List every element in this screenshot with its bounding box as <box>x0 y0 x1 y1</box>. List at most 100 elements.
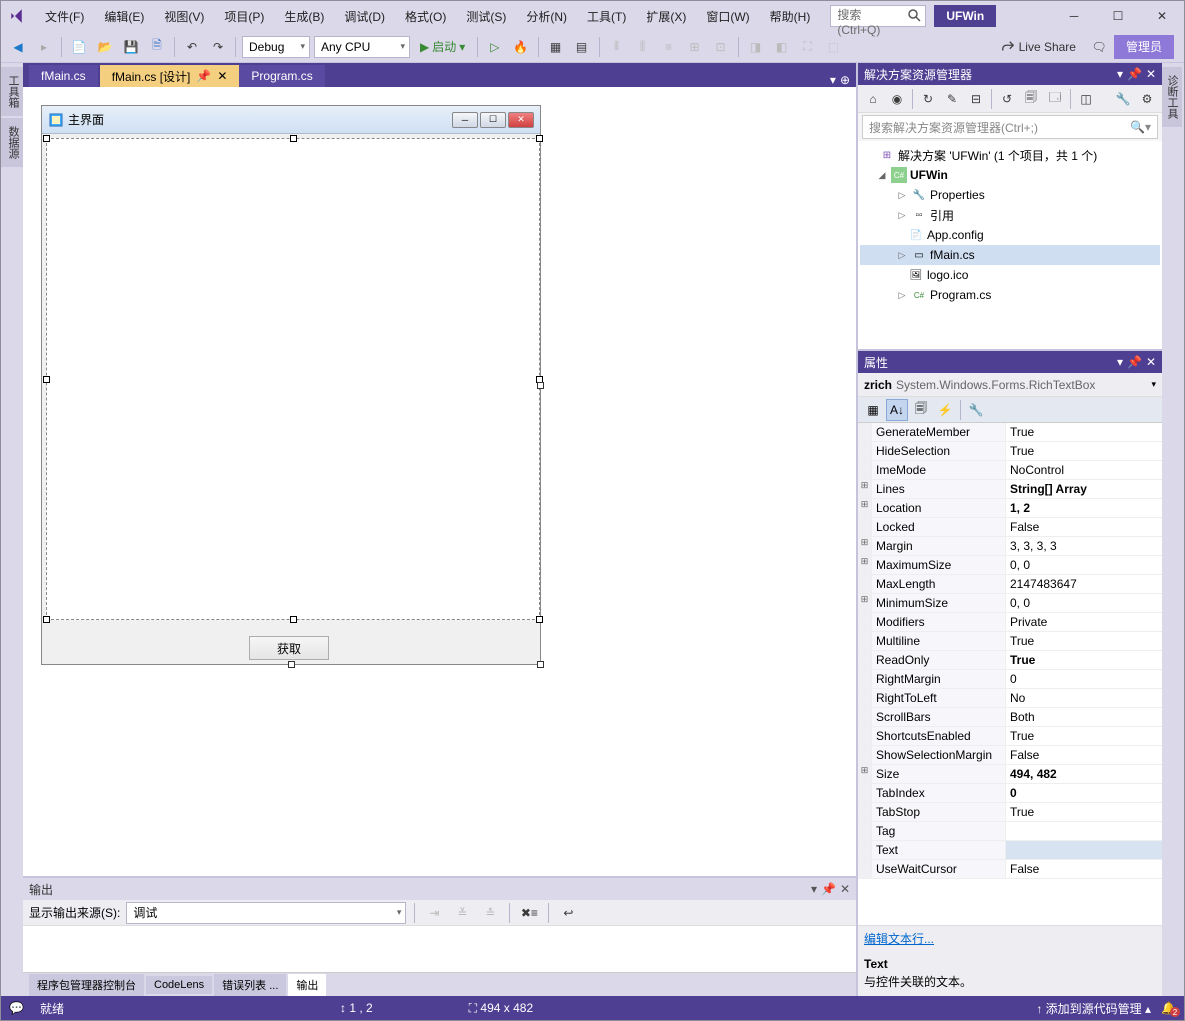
property-row[interactable]: HideSelectionTrue <box>858 442 1162 461</box>
notifications-icon[interactable]: 🔔2 <box>1161 1001 1176 1015</box>
property-row[interactable]: MultilineTrue <box>858 632 1162 651</box>
references-node[interactable]: ▷▫▫引用 <box>860 205 1160 225</box>
bottom-tab[interactable]: 错误列表 ... <box>214 974 286 996</box>
richtextbox-control[interactable] <box>46 138 540 620</box>
layout2-icon[interactable]: ▤ <box>571 36 593 58</box>
showall-icon[interactable]: 🗐 <box>1020 88 1042 110</box>
dropdown-icon[interactable]: ▾ <box>1117 355 1123 369</box>
logo-node[interactable]: 🖼logo.ico <box>860 265 1160 285</box>
property-row[interactable]: RightMargin0 <box>858 670 1162 689</box>
open-button[interactable]: 📂 <box>94 36 116 58</box>
program-node[interactable]: ▷C#Program.cs <box>860 285 1160 305</box>
save-all-button[interactable]: 🗎 <box>146 36 168 58</box>
menu-item[interactable]: 文件(F) <box>37 4 92 29</box>
new-button[interactable]: 📄 <box>68 36 90 58</box>
start-no-debug-button[interactable]: ▷ <box>484 36 505 58</box>
close-icon[interactable]: ✕ <box>217 69 227 83</box>
property-row[interactable]: ⊞Margin3, 3, 3, 3 <box>858 537 1162 556</box>
pin-icon[interactable]: 📌 <box>1127 67 1142 81</box>
property-row[interactable]: ModifiersPrivate <box>858 613 1162 632</box>
property-object-selector[interactable]: zrich System.Windows.Forms.RichTextBox ▾ <box>858 373 1162 397</box>
menu-item[interactable]: 调试(D) <box>336 4 393 29</box>
menu-item[interactable]: 视图(V) <box>156 4 212 29</box>
tab-program-cs[interactable]: Program.cs <box>239 65 324 87</box>
tab-fmain-design[interactable]: fMain.cs [设计]📌✕ <box>100 65 240 87</box>
hot-reload-button[interactable]: 🔥 <box>510 36 532 58</box>
save-button[interactable]: 💾 <box>120 36 142 58</box>
wrap-icon[interactable]: ↩ <box>557 902 579 924</box>
property-row[interactable]: ReadOnlyTrue <box>858 651 1162 670</box>
feedback-icon[interactable]: 💬 <box>9 1001 24 1015</box>
property-row[interactable]: GenerateMemberTrue <box>858 423 1162 442</box>
menu-item[interactable]: 窗口(W) <box>698 4 757 29</box>
fmain-node[interactable]: ▷▭fMain.cs <box>860 245 1160 265</box>
menu-item[interactable]: 编辑(E) <box>96 4 152 29</box>
events-icon[interactable]: ⚡ <box>934 399 956 421</box>
property-row[interactable]: TabStopTrue <box>858 803 1162 822</box>
project-node[interactable]: ◢C#UFWin <box>860 165 1160 185</box>
tab-overflow-icon[interactable]: ⊕ <box>840 73 850 87</box>
platform-combo[interactable]: Any CPU <box>314 36 410 58</box>
property-row[interactable]: MaxLength2147483647 <box>858 575 1162 594</box>
properties-icon[interactable]: 🗔 <box>1044 88 1066 110</box>
menu-item[interactable]: 生成(B) <box>276 4 332 29</box>
property-row[interactable]: ⊞Location1, 2 <box>858 499 1162 518</box>
bottom-tab[interactable]: CodeLens <box>146 976 212 994</box>
properties-node[interactable]: ▷🔧Properties <box>860 185 1160 205</box>
form-frame[interactable]: 主界面 ─ ☐ ✕ <box>41 105 541 665</box>
get-button[interactable]: 获取 <box>249 636 329 660</box>
pin-icon[interactable]: 📌 <box>821 882 836 896</box>
property-row[interactable]: TabIndex0 <box>858 784 1162 803</box>
settings-icon[interactable]: ⚙ <box>1136 88 1158 110</box>
add-to-source-control[interactable]: ↑ 添加到源代码管理 ▴ <box>1036 1000 1151 1017</box>
tab-dropdown-icon[interactable]: ▾ <box>830 73 836 87</box>
undo-button[interactable]: ↶ <box>181 36 203 58</box>
property-pages-icon[interactable]: 🔧 <box>965 399 987 421</box>
nav-back-button[interactable]: ◀ <box>7 36 29 58</box>
back-icon[interactable]: ◉ <box>886 88 908 110</box>
menu-item[interactable]: 测试(S) <box>458 4 514 29</box>
property-row[interactable]: UseWaitCursorFalse <box>858 860 1162 879</box>
start-button[interactable]: ▶ 启动 ▾ <box>414 36 471 58</box>
minimize-button[interactable]: ─ <box>1052 1 1096 31</box>
property-row[interactable]: LockedFalse <box>858 518 1162 537</box>
property-row[interactable]: ShortcutsEnabledTrue <box>858 727 1162 746</box>
live-share-button[interactable]: Live Share <box>993 40 1084 54</box>
pen-icon[interactable]: ✎ <box>941 88 963 110</box>
menu-item[interactable]: 帮助(H) <box>762 4 819 29</box>
dropdown-icon[interactable]: ▾ <box>1117 67 1123 81</box>
toolbox-tab[interactable]: 工具箱 <box>1 67 23 116</box>
feedback-icon[interactable]: 🗨 <box>1088 36 1110 58</box>
menu-item[interactable]: 项目(P) <box>216 4 272 29</box>
solution-tree[interactable]: ⊞解决方案 'UFWin' (1 个项目，共 1 个) ◢C#UFWin ▷🔧P… <box>858 141 1162 349</box>
output-source-combo[interactable]: 调试 <box>126 902 406 924</box>
property-row[interactable]: RightToLeftNo <box>858 689 1162 708</box>
close-icon[interactable]: ✕ <box>840 882 850 896</box>
solution-search[interactable]: 搜索解决方案资源管理器(Ctrl+;) 🔍▾ <box>862 115 1158 139</box>
search-input[interactable]: 搜索 (Ctrl+Q) <box>830 5 926 27</box>
home-icon[interactable]: ⌂ <box>862 88 884 110</box>
bottom-tab[interactable]: 程序包管理器控制台 <box>29 974 144 996</box>
collapse-icon[interactable]: ⊟ <box>965 88 987 110</box>
close-icon[interactable]: ✕ <box>1146 355 1156 369</box>
tab-fmain-cs[interactable]: fMain.cs <box>29 65 98 87</box>
dropdown-icon[interactable]: ▾ <box>811 882 817 896</box>
diagnostics-tab[interactable]: 诊断工具 <box>1162 67 1182 127</box>
property-grid[interactable]: GenerateMemberTrueHideSelectionTrueImeMo… <box>858 423 1162 925</box>
menu-item[interactable]: 工具(T) <box>579 4 634 29</box>
redo-button[interactable]: ↷ <box>207 36 229 58</box>
property-row[interactable]: ⊞MaximumSize0, 0 <box>858 556 1162 575</box>
solution-node[interactable]: ⊞解决方案 'UFWin' (1 个项目，共 1 个) <box>860 145 1160 165</box>
menu-item[interactable]: 分析(N) <box>518 4 575 29</box>
alphabetical-icon[interactable]: A↓ <box>886 399 908 421</box>
clear-icon[interactable]: ✖≡ <box>518 902 540 924</box>
pin-icon[interactable]: 📌 <box>1127 355 1142 369</box>
categorized-icon[interactable]: ▦ <box>862 399 884 421</box>
maximize-button[interactable]: ☐ <box>1096 1 1140 31</box>
refresh-icon[interactable]: ↺ <box>996 88 1018 110</box>
property-row[interactable]: Text <box>858 841 1162 860</box>
nav-fwd-button[interactable]: ▸ <box>33 36 55 58</box>
close-button[interactable]: ✕ <box>1140 1 1184 31</box>
property-row[interactable]: Tag <box>858 822 1162 841</box>
property-row[interactable]: ⊞MinimumSize0, 0 <box>858 594 1162 613</box>
